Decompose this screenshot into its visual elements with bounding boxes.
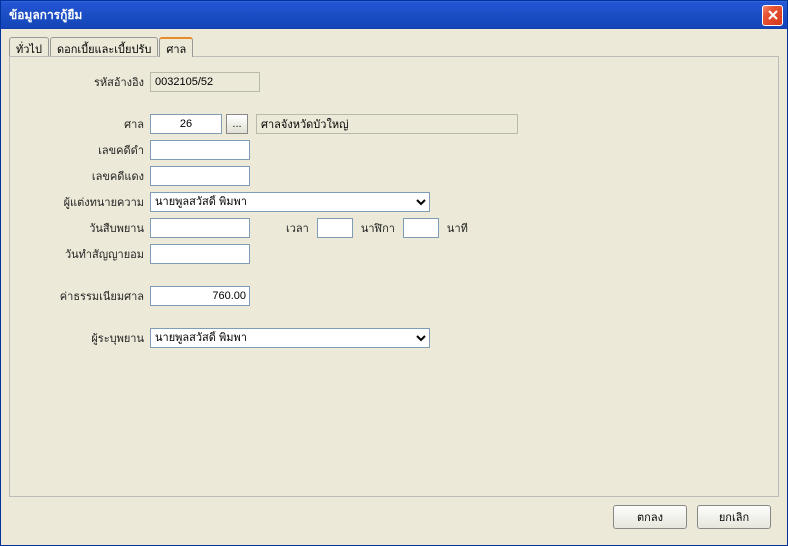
row-ref-code: รหัสอ้างอิง 0032105/52	[20, 71, 768, 93]
label-contract-date: วันทำสัญญายอม	[20, 245, 150, 263]
label-witness-date: วันสืบพยาน	[20, 219, 150, 237]
titlebar: ข้อมูลการกู้ยืม	[1, 1, 787, 29]
black-case-input[interactable]	[150, 140, 250, 160]
tab-interest-fine[interactable]: ดอกเบี้ยและเบี้ยปรับ	[50, 37, 158, 57]
content-area: ทั่วไป ดอกเบี้ยและเบี้ยปรับ ศาล รหัสอ้าง…	[1, 29, 787, 545]
window-title: ข้อมูลการกู้ยืม	[9, 6, 762, 25]
row-contract-date: วันทำสัญญายอม	[20, 243, 768, 265]
court-fee-input[interactable]	[150, 286, 250, 306]
row-black-case: เลขคดีดำ	[20, 139, 768, 161]
bottom-bar: ตกลง ยกเลิก	[9, 497, 779, 537]
row-witness-date: วันสืบพยาน เวลา นาฬิกา นาที	[20, 217, 768, 239]
close-icon	[768, 10, 778, 20]
label-court-fee: ค่าธรรมเนียมศาล	[20, 287, 150, 305]
tab-general[interactable]: ทั่วไป	[9, 37, 49, 57]
label-court: ศาล	[20, 115, 150, 133]
label-red-case: เลขคดีแดง	[20, 167, 150, 185]
ok-button[interactable]: ตกลง	[613, 505, 687, 529]
row-court-fee: ค่าธรรมเนียมศาล	[20, 285, 768, 307]
court-lookup-button[interactable]: ...	[226, 114, 248, 134]
court-code-input[interactable]	[150, 114, 222, 134]
red-case-input[interactable]	[150, 166, 250, 186]
window: ข้อมูลการกู้ยืม ทั่วไป ดอกเบี้ยและเบี้ยป…	[0, 0, 788, 546]
row-witness-specifier: ผู้ระบุพยาน นายพูลสวัสดิ์ พิมพา	[20, 327, 768, 349]
label-witness-specifier: ผู้ระบุพยาน	[20, 329, 150, 347]
cancel-button[interactable]: ยกเลิก	[697, 505, 771, 529]
close-button[interactable]	[762, 5, 783, 26]
label-attorney: ผู้แต่งทนายความ	[20, 193, 150, 211]
attorney-select[interactable]: นายพูลสวัสดิ์ พิมพา	[150, 192, 430, 212]
tab-panel-court: รหัสอ้างอิง 0032105/52 ศาล ... ศาลจังหวั…	[9, 56, 779, 497]
witness-date-input[interactable]	[150, 218, 250, 238]
row-attorney: ผู้แต่งทนายความ นายพูลสวัสดิ์ พิมพา	[20, 191, 768, 213]
ref-code-display: 0032105/52	[150, 72, 260, 92]
court-name-display: ศาลจังหวัดบัวใหญ่	[256, 114, 518, 134]
contract-date-input[interactable]	[150, 244, 250, 264]
label-minutes: นาที	[439, 219, 476, 237]
label-ref-code: รหัสอ้างอิง	[20, 73, 150, 91]
row-red-case: เลขคดีแดง	[20, 165, 768, 187]
witness-specifier-select[interactable]: นายพูลสวัสดิ์ พิมพา	[150, 328, 430, 348]
tab-bar: ทั่วไป ดอกเบี้ยและเบี้ยปรับ ศาล	[9, 37, 779, 57]
row-court: ศาล ... ศาลจังหวัดบัวใหญ่	[20, 113, 768, 135]
label-time: เวลา	[250, 219, 317, 237]
time-minutes-input[interactable]	[403, 218, 439, 238]
label-black-case: เลขคดีดำ	[20, 141, 150, 159]
tab-court[interactable]: ศาล	[159, 37, 193, 57]
time-hours-input[interactable]	[317, 218, 353, 238]
label-hours: นาฬิกา	[353, 219, 403, 237]
